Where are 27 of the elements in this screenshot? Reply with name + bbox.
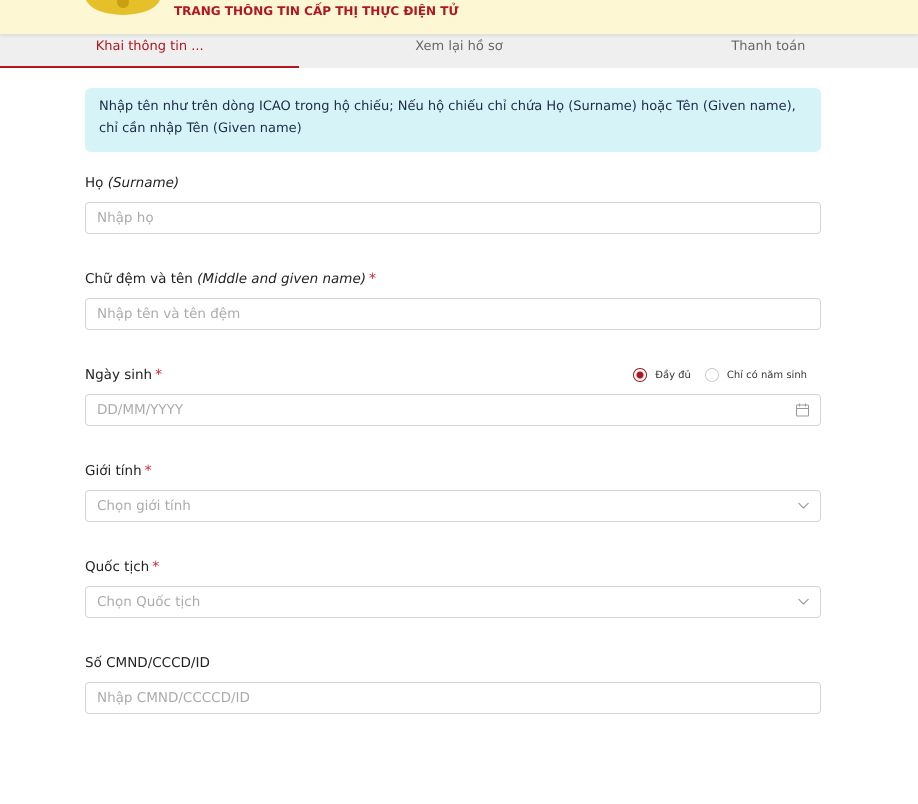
field-label: Giới tính: [85, 463, 142, 479]
text-field[interactable]: Nhập tên và tên đệm: [85, 298, 821, 330]
step-tab[interactable]: Khai thông tin ...: [0, 34, 300, 68]
field-label: Họ (Surname): [85, 175, 180, 191]
chevron-down-icon: [798, 598, 809, 606]
info-notice: Nhập tên như trên dòng ICAO trong hộ chiếu; Nếu hộ chiếu chỉ chứa Họ (Surname) hoặc Tên (Given name), chỉ cần nhập Tên (Given name): [85, 88, 821, 152]
step-tab[interactable]: Thanh toán: [618, 34, 918, 68]
site-title: TRANG THÔNG TIN CẤP THỊ THỰC ĐIỆN TỬ: [174, 2, 458, 20]
select-field[interactable]: Chọn Quốc tịch: [85, 586, 821, 618]
step-tab[interactable]: Xem lại hồ sơ: [309, 34, 609, 68]
field-label: Ngày sinh: [85, 367, 152, 383]
field-label: Chữ đệm và tên (Middle and given name): [85, 271, 366, 287]
text-field[interactable]: Nhập họ: [85, 202, 821, 234]
required-mark: *: [155, 367, 162, 383]
radio-option[interactable]: Đầy đủ: [633, 368, 691, 382]
emblem-icon: [86, 0, 160, 16]
field-label: Quốc tịch: [85, 559, 150, 575]
required-mark: *: [144, 463, 152, 479]
required-mark: *: [369, 271, 376, 287]
radio-option[interactable]: Chỉ có năm sinh: [704, 368, 807, 382]
date-field[interactable]: DD/MM/YYYY: [85, 394, 821, 426]
field-label: Số CMND/CCCD/ID: [85, 655, 210, 671]
select-field[interactable]: Chọn giới tính: [85, 490, 821, 522]
chevron-down-icon: [798, 502, 809, 510]
text-field[interactable]: Nhập CMND/CCCCD/ID: [85, 682, 821, 714]
required-mark: *: [152, 559, 160, 575]
calendar-icon: [796, 404, 809, 416]
